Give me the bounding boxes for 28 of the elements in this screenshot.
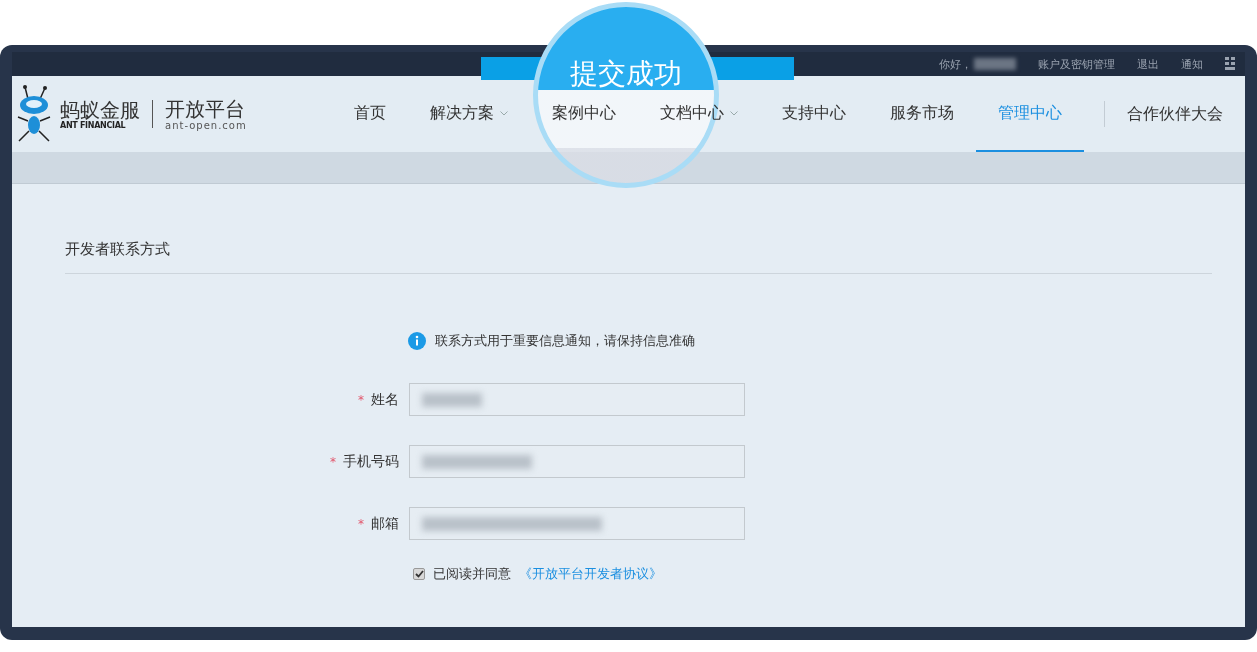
grid-icon[interactable] [1225, 57, 1235, 71]
notice-text: 联系方式用于重要信息通知，请保持信息准确 [435, 332, 695, 350]
nav-link[interactable]: 合作伙伴大会 [1125, 76, 1223, 152]
top-link[interactable]: 账户及密钥管理 [1038, 56, 1115, 72]
agreement-text: 已阅读并同意 [433, 565, 511, 583]
nav-tab[interactable]: 服务市场 [868, 76, 976, 152]
brand-name: 蚂蚁金服 [60, 98, 140, 121]
required-mark: * [330, 454, 336, 469]
brand-english: ANT FINANCIAL [60, 120, 127, 130]
field-label: 姓名 [371, 390, 399, 409]
info-icon [408, 332, 426, 350]
required-mark: * [358, 392, 364, 407]
field-label: 手机号码 [343, 452, 399, 471]
required-mark: * [358, 516, 364, 531]
top-link[interactable]: 通知 [1181, 56, 1203, 72]
nav-tab[interactable]: 首页 [332, 76, 408, 152]
top-link[interactable]: 退出 [1137, 56, 1159, 72]
greeting-text: 你好， [939, 56, 972, 72]
input-field[interactable] [409, 383, 745, 416]
blurred-text [974, 58, 1016, 70]
input-field[interactable] [409, 507, 745, 540]
checkbox[interactable] [413, 568, 425, 580]
blurred-text [422, 392, 482, 407]
platform-name: 开放平台 [165, 97, 246, 120]
nav-tab[interactable]: 支持中心 [760, 76, 868, 152]
field-label: 邮箱 [371, 514, 399, 533]
domain-text: ant-open.com [165, 119, 247, 131]
input-field[interactable] [409, 445, 745, 478]
